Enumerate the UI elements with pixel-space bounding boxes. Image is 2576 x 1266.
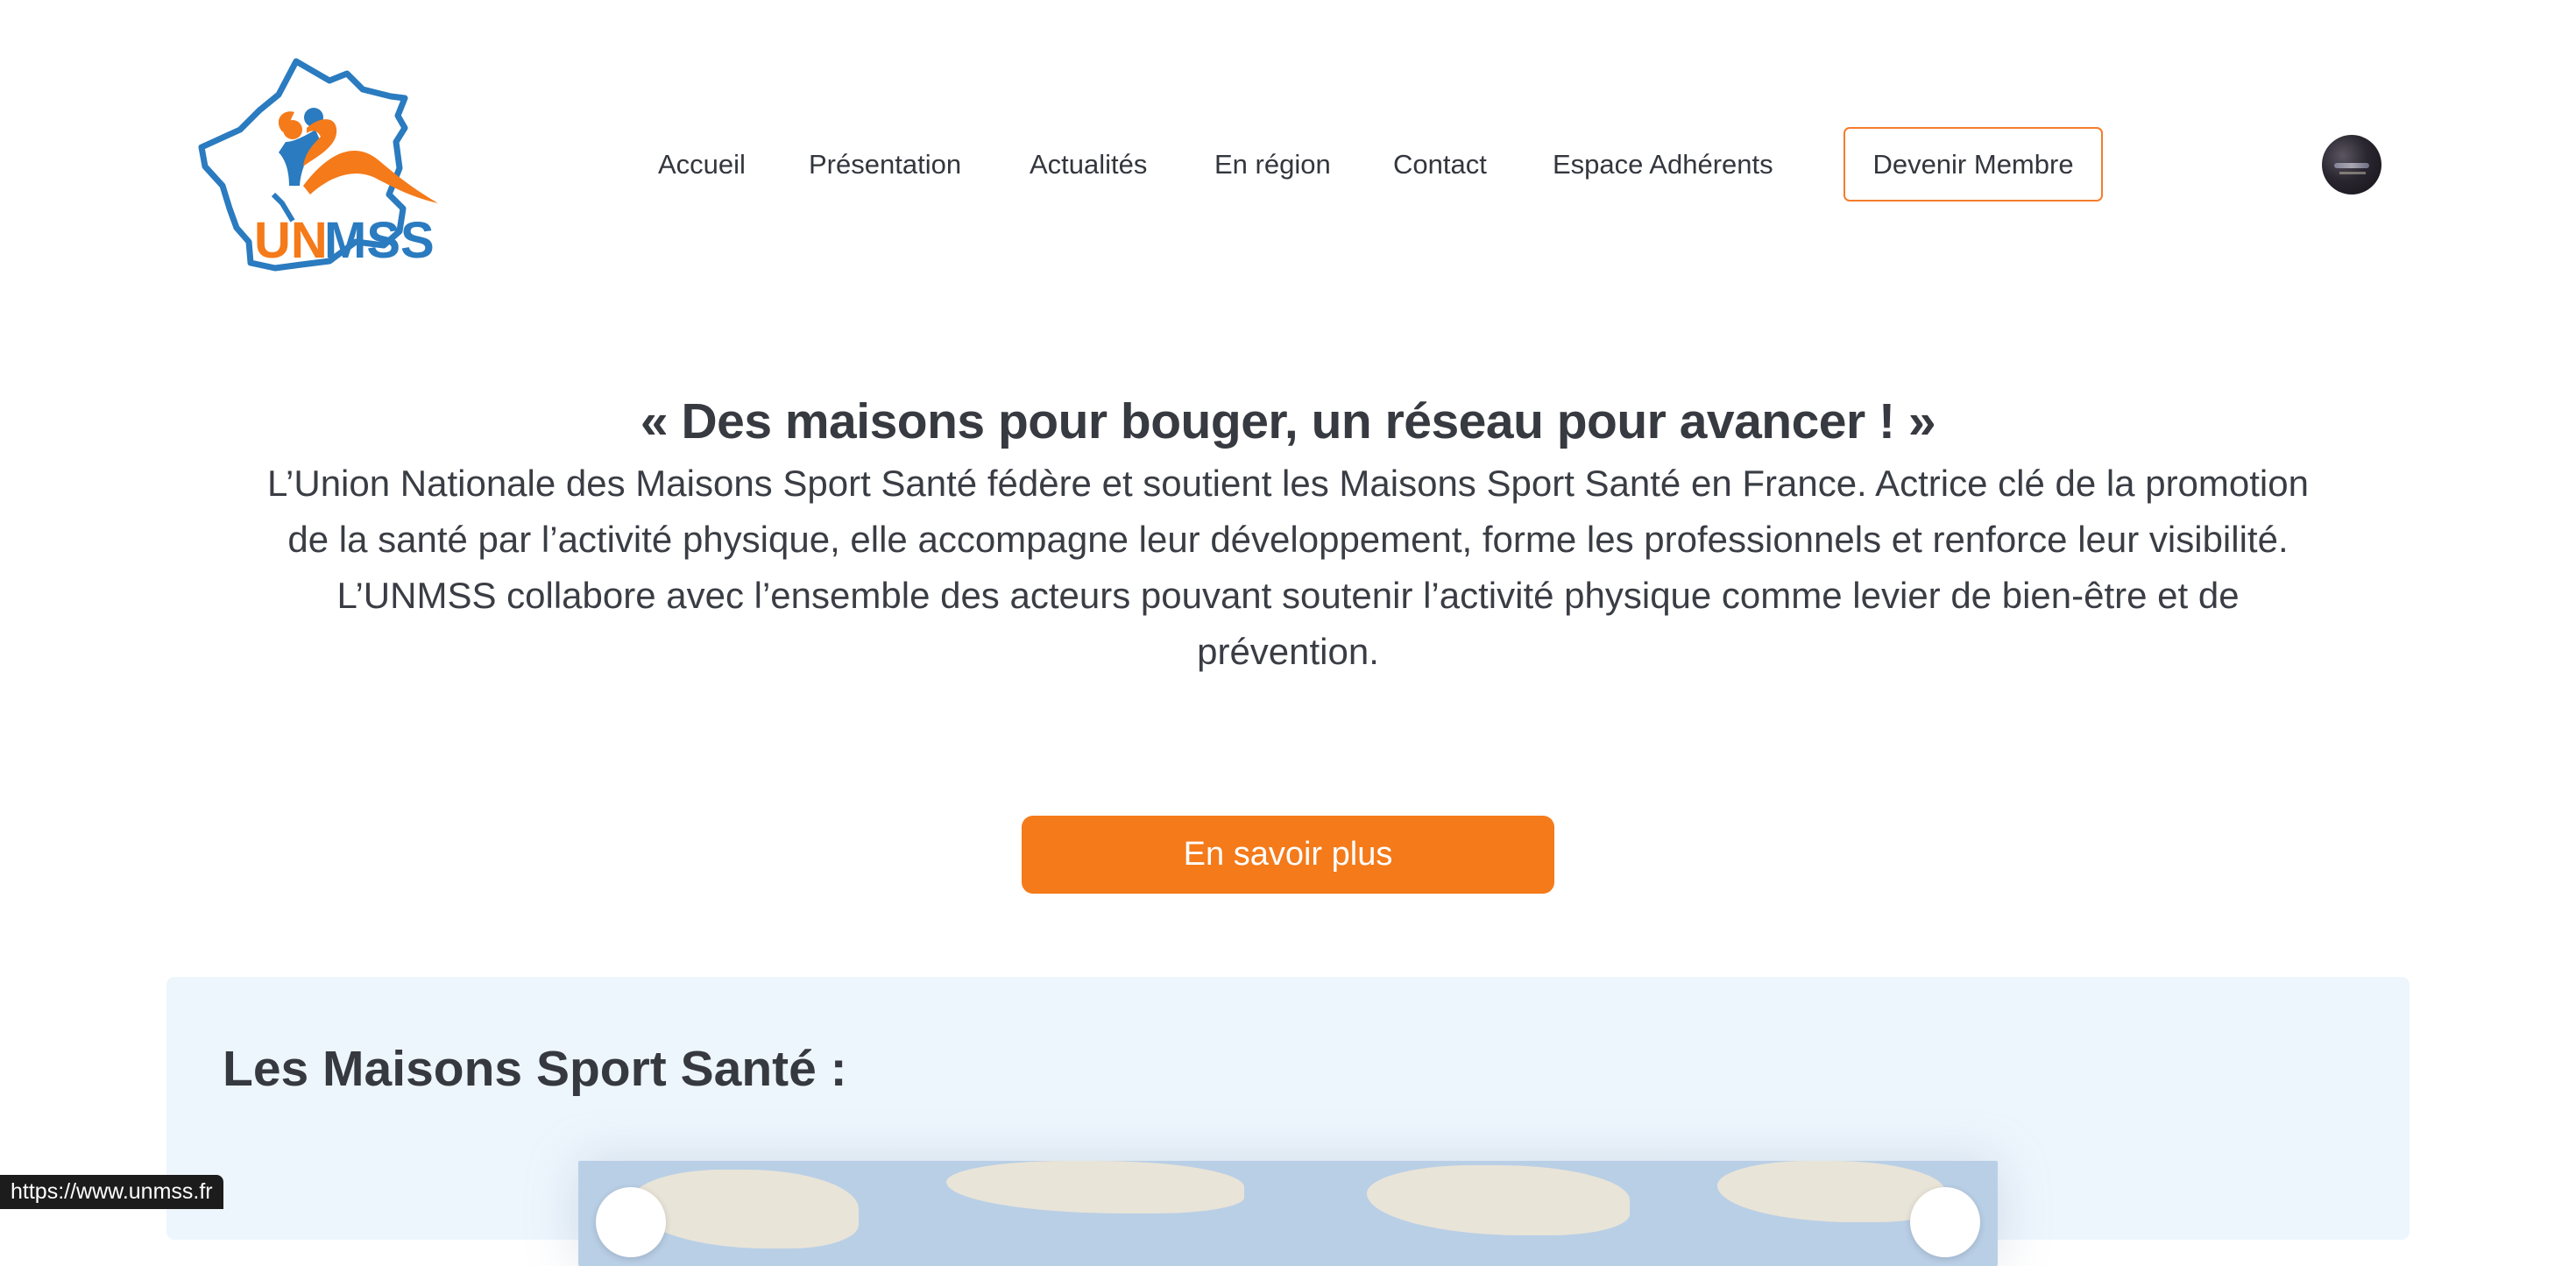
maisons-sport-sante-section: Les Maisons Sport Santé : bbox=[166, 977, 2410, 1266]
map-prev-control[interactable] bbox=[596, 1187, 666, 1257]
user-avatar[interactable] bbox=[2322, 135, 2381, 194]
site-header: UN MSS Accueil Présentation Actualités E… bbox=[0, 0, 2576, 329]
main-nav: Accueil Présentation Actualités En régio… bbox=[0, 0, 2576, 329]
section-title: Les Maisons Sport Santé : bbox=[223, 1041, 847, 1097]
hero-description: L’Union Nationale des Maisons Sport Sant… bbox=[267, 463, 2309, 672]
en-savoir-plus-button[interactable]: En savoir plus bbox=[1022, 816, 1554, 894]
nav-item-en-region[interactable]: En région bbox=[1214, 147, 1331, 182]
devenir-membre-button[interactable]: Devenir Membre bbox=[1844, 127, 2103, 202]
nav-item-presentation[interactable]: Présentation bbox=[809, 147, 961, 182]
nav-item-accueil[interactable]: Accueil bbox=[658, 147, 746, 182]
nav-item-actualites[interactable]: Actualités bbox=[1030, 147, 1147, 182]
map[interactable] bbox=[578, 1161, 1998, 1266]
status-bar-url: https://www.unmss.fr bbox=[0, 1175, 223, 1209]
nav-item-contact[interactable]: Contact bbox=[1393, 147, 1487, 182]
map-next-control[interactable] bbox=[1910, 1187, 1980, 1257]
nav-item-espace-adherents[interactable]: Espace Adhérents bbox=[1553, 147, 1773, 182]
hero-title: « Des maisons pour bouger, un réseau pou… bbox=[640, 393, 1936, 449]
